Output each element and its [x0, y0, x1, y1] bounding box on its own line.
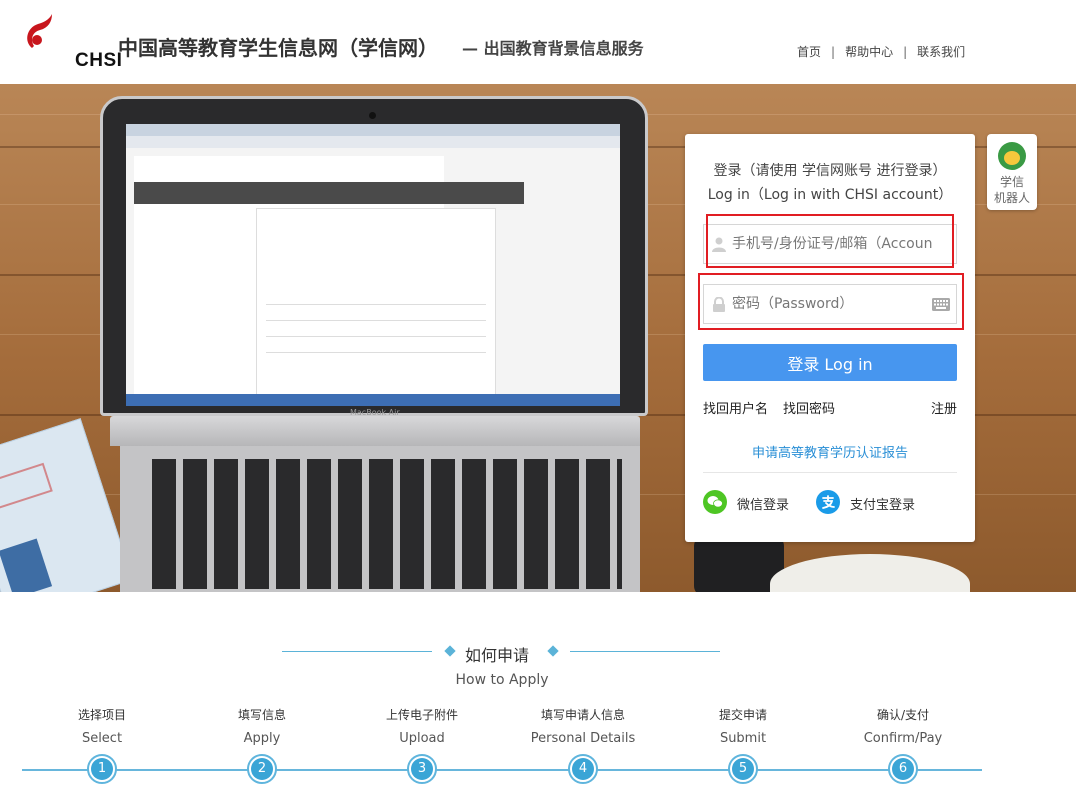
- diamond-icon: [547, 645, 559, 657]
- step-number-badge: 1: [87, 754, 117, 784]
- wechat-icon: [703, 490, 727, 514]
- logo-text: CHSI: [75, 50, 123, 71]
- recover-password-link[interactable]: 找回密码: [783, 398, 835, 417]
- screen-table: [256, 208, 496, 398]
- screen-tabs-bar: [126, 124, 620, 136]
- step-label-cn: 填写信息: [237, 708, 286, 722]
- step-number: 5: [732, 758, 754, 780]
- step-number-badge: 3: [407, 754, 437, 784]
- laptop-keyboard: [152, 459, 622, 589]
- certificate-portrait: [0, 538, 53, 592]
- title-line-right: [570, 651, 720, 652]
- step-label-cn: 上传电子附件: [385, 708, 458, 722]
- site-title: 中国高等教育学生信息网（学信网）: [118, 36, 438, 60]
- step-number: 1: [91, 758, 113, 780]
- robot-label: 学信 机器人: [987, 174, 1037, 206]
- account-highlight-box: [706, 214, 954, 268]
- chat-robot-button[interactable]: 学信 机器人: [987, 134, 1037, 210]
- step-select: 选择项目 Select 1: [32, 706, 172, 784]
- step-number: 2: [251, 758, 273, 780]
- step-label-en: Submit: [719, 731, 767, 746]
- nav-contact-link[interactable]: 联系我们: [917, 45, 965, 59]
- nav-separator: |: [903, 45, 908, 59]
- laptop-camera: [369, 112, 376, 119]
- site-header: CHSI 中国高等教育学生信息网（学信网） — 出国教育背景信息服务 首页 | 帮助…: [0, 0, 1076, 84]
- site-subtitle: — 出国教育背景信息服务: [462, 39, 644, 58]
- robot-icon: [998, 142, 1026, 170]
- divider: [703, 472, 957, 473]
- screen-address-bar: [126, 136, 620, 148]
- screen-table-row: [266, 320, 486, 321]
- title-line-left: [282, 651, 432, 652]
- login-title-cn: 登录（请使用 学信网账号 进行登录）: [713, 163, 947, 179]
- step-number: 4: [572, 758, 594, 780]
- alipay-login-label: 支付宝登录: [850, 498, 916, 513]
- how-to-apply-subtitle: How to Apply: [455, 672, 549, 688]
- how-to-apply-section: 如何申请 How to Apply 选择项目 Select 1 填写信息 App…: [0, 592, 1076, 789]
- nav-separator: |: [831, 45, 836, 59]
- step-number: 3: [411, 758, 433, 780]
- steps-timeline: [22, 769, 982, 771]
- screen-nav-strip: [134, 182, 524, 204]
- robot-label-line1: 学信: [999, 175, 1024, 189]
- step-number-badge: 2: [247, 754, 277, 784]
- step-submit: 提交申请 Submit 5: [673, 706, 813, 784]
- step-label-en: Personal Details: [530, 731, 636, 746]
- nav-help-link[interactable]: 帮助中心: [845, 45, 893, 59]
- step-upload: 上传电子附件 Upload 3: [352, 706, 492, 784]
- step-label-cn: 确认/支付: [876, 708, 930, 722]
- step-label-en: Apply: [243, 731, 281, 746]
- register-link[interactable]: 注册: [931, 398, 957, 417]
- recover-username-link[interactable]: 找回用户名: [703, 398, 768, 417]
- robot-label-line2: 机器人: [993, 191, 1030, 205]
- alipay-icon: [816, 490, 840, 514]
- certificate-stamp: [0, 462, 53, 510]
- screen-table-row: [266, 352, 486, 353]
- step-number: 6: [892, 758, 914, 780]
- top-nav: 首页 | 帮助中心 | 联系我们: [797, 43, 965, 60]
- password-highlight-box: [698, 273, 964, 330]
- laptop-hinge: [110, 416, 640, 446]
- screen-table-row: [266, 336, 486, 337]
- how-to-apply-title: 如何申请: [465, 646, 530, 665]
- login-button[interactable]: 登录 Log in: [703, 344, 957, 381]
- step-label-cn: 填写申请人信息: [540, 708, 625, 722]
- apply-certification-link[interactable]: 申请高等教育学历认证报告: [685, 442, 975, 461]
- diamond-icon: [444, 645, 456, 657]
- laptop-screen-image: [126, 124, 620, 406]
- step-number-badge: 5: [728, 754, 758, 784]
- chsi-logo[interactable]: CHSI: [20, 14, 122, 71]
- step-number-badge: 4: [568, 754, 598, 784]
- step-label-cn: 提交申请: [718, 708, 767, 722]
- login-panel: 登录（请使用 学信网账号 进行登录） Log in（Log in with CH…: [685, 134, 975, 542]
- step-confirm-pay: 确认/支付 Confirm/Pay 6: [833, 706, 973, 784]
- step-label-cn: 选择项目: [77, 708, 126, 722]
- coffee-cup: [770, 554, 970, 592]
- nav-home-link[interactable]: 首页: [797, 45, 821, 59]
- step-label-en: Upload: [399, 731, 445, 746]
- screen-taskbar: [126, 394, 620, 406]
- login-title-en: Log in（Log in with CHSI account）: [707, 187, 953, 203]
- step-apply: 填写信息 Apply 2: [192, 706, 332, 784]
- screen-table-row: [266, 304, 486, 305]
- chsi-logo-icon: [27, 14, 52, 48]
- step-number-badge: 6: [888, 754, 918, 784]
- wechat-login-label: 微信登录: [737, 498, 790, 513]
- step-label-en: Select: [81, 731, 123, 746]
- step-label-en: Confirm/Pay: [863, 731, 943, 746]
- step-personal-details: 填写申请人信息 Personal Details 4: [513, 706, 653, 784]
